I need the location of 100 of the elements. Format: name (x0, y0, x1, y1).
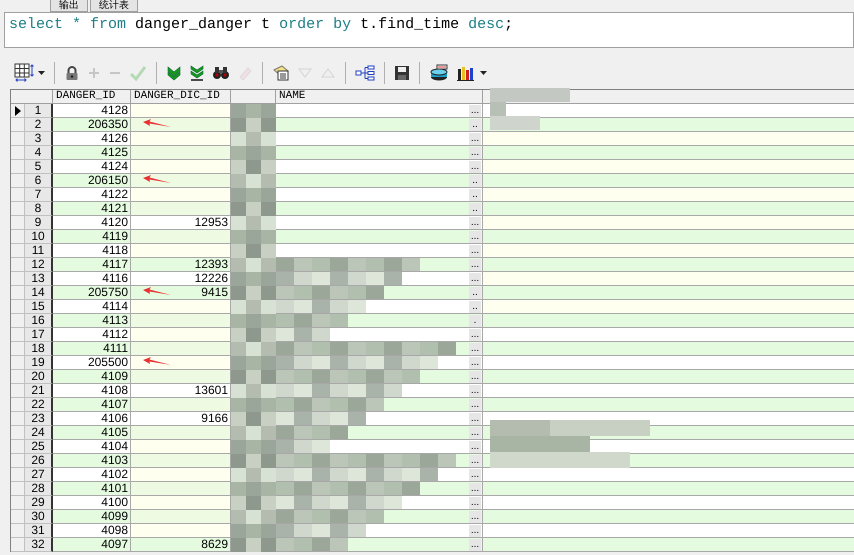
row-number[interactable]: 12 (25, 258, 53, 272)
ellipsis-button[interactable]: ... (469, 538, 481, 550)
ellipsis-button[interactable]: ... (469, 510, 481, 522)
ellipsis-button[interactable]: ... (469, 342, 481, 354)
triangle-up-icon (320, 67, 336, 79)
row-number[interactable]: 30 (25, 510, 53, 524)
ellipsis-button[interactable]: .. (469, 174, 481, 186)
check-icon (129, 65, 147, 81)
ellipsis-button[interactable]: .. (469, 118, 481, 130)
ellipsis-button[interactable]: ... (469, 412, 481, 424)
row-number[interactable]: 27 (25, 468, 53, 482)
ellipsis-button[interactable]: .. (469, 188, 481, 200)
row-number[interactable]: 19 (25, 356, 53, 370)
row-number[interactable]: 21 (25, 384, 53, 398)
table-cell: 4117 (53, 258, 131, 272)
table-cell: 206350 (53, 118, 131, 132)
ellipsis-button[interactable]: ... (469, 328, 481, 340)
ellipsis-button[interactable]: ... (469, 132, 481, 144)
ellipsis-button[interactable]: ... (469, 370, 481, 382)
column-header[interactable]: DANGER_ID (53, 90, 131, 104)
row-number[interactable]: 29 (25, 496, 53, 510)
column-header[interactable] (231, 90, 276, 104)
table-cell: 9166 (131, 412, 231, 426)
grid-icon (14, 63, 36, 83)
row-number[interactable]: 20 (25, 370, 53, 384)
row-number[interactable]: 24 (25, 426, 53, 440)
ellipsis-button[interactable]: ... (469, 398, 481, 410)
lock-icon (64, 65, 80, 81)
ellipsis-button[interactable]: ... (469, 384, 481, 396)
binoculars-icon (212, 65, 230, 81)
row-number[interactable]: 14 (25, 286, 53, 300)
table-cell: 4099 (53, 510, 131, 524)
row-number[interactable]: 17 (25, 328, 53, 342)
ellipsis-button[interactable]: ... (469, 524, 481, 536)
ellipsis-button[interactable]: ... (469, 104, 481, 116)
row-number[interactable]: 11 (25, 244, 53, 258)
hierarchy-icon (355, 65, 375, 81)
table-cell: 4101 (53, 482, 131, 496)
ellipsis-button[interactable]: .. (469, 300, 481, 312)
ellipsis-button[interactable]: ... (469, 482, 481, 494)
double-chevron-down-bar-icon (189, 65, 205, 81)
pixelation-drawing (231, 160, 276, 174)
row-indicator[interactable] (11, 104, 25, 118)
row-number[interactable]: 25 (25, 440, 53, 454)
sql-editor[interactable]: select * from danger_danger t order by t.find_time desc; (4, 12, 854, 48)
ellipsis-button[interactable]: ... (469, 244, 481, 256)
current-row-icon (14, 106, 20, 116)
row-number[interactable]: 23 (25, 412, 53, 426)
ellipsis-button[interactable]: ... (469, 426, 481, 438)
column-header[interactable]: DANGER_DIC_ID (131, 90, 231, 104)
ellipsis-button[interactable]: ... (469, 160, 481, 172)
row-number[interactable]: 10 (25, 230, 53, 244)
table-cell: 205750 (53, 286, 131, 300)
ellipsis-button[interactable]: ... (469, 146, 481, 158)
ellipsis-button[interactable]: .. (469, 202, 481, 214)
ellipsis-button[interactable]: .. (469, 286, 481, 298)
row-number[interactable]: 31 (25, 524, 53, 538)
row-number[interactable]: 2 (25, 118, 53, 132)
row-number[interactable]: 16 (25, 314, 53, 328)
table-cell: 13601 (131, 384, 231, 398)
row-number[interactable]: 26 (25, 454, 53, 468)
row-number[interactable]: 15 (25, 300, 53, 314)
tab[interactable]: 输出 (50, 0, 88, 12)
ellipsis-button[interactable]: ... (469, 468, 481, 480)
ellipsis-button[interactable]: ... (469, 230, 481, 242)
row-number[interactable]: 13 (25, 272, 53, 286)
ellipsis-button[interactable]: ... (469, 454, 481, 466)
row-number[interactable]: 7 (25, 188, 53, 202)
row-number[interactable]: 6 (25, 174, 53, 188)
table-cell: 4125 (53, 146, 131, 160)
table-cell: 4112 (53, 328, 131, 342)
table-cell: 8629 (131, 538, 231, 552)
triangle-down-icon (297, 67, 313, 79)
table-cell: 4111 (53, 342, 131, 356)
row-number[interactable]: 1 (25, 104, 53, 118)
table-cell: 4105 (53, 426, 131, 440)
table-cell: 12953 (131, 216, 231, 230)
row-number[interactable]: 18 (25, 342, 53, 356)
plus-icon (87, 66, 101, 80)
column-header[interactable]: NAME (276, 90, 483, 104)
row-number[interactable]: 32 (25, 538, 53, 552)
pixelation-drawing (231, 118, 276, 132)
row-number[interactable]: 22 (25, 398, 53, 412)
ellipsis-button[interactable]: . (469, 314, 481, 326)
table-cell: 4098 (53, 524, 131, 538)
table-cell: 4119 (53, 230, 131, 244)
row-number[interactable]: 3 (25, 132, 53, 146)
table-cell: 4107 (53, 398, 131, 412)
ellipsis-button[interactable]: ... (469, 258, 481, 270)
row-number[interactable]: 28 (25, 482, 53, 496)
ellipsis-button[interactable]: ... (469, 216, 481, 228)
ellipsis-button[interactable]: ... (469, 356, 481, 368)
row-number[interactable]: 9 (25, 216, 53, 230)
table-cell: 4114 (53, 300, 131, 314)
ellipsis-button[interactable]: ... (469, 440, 481, 452)
ellipsis-button[interactable]: ... (469, 272, 481, 284)
row-number[interactable]: 4 (25, 146, 53, 160)
row-number[interactable]: 8 (25, 202, 53, 216)
ellipsis-button[interactable]: ... (469, 496, 481, 508)
row-number[interactable]: 5 (25, 160, 53, 174)
